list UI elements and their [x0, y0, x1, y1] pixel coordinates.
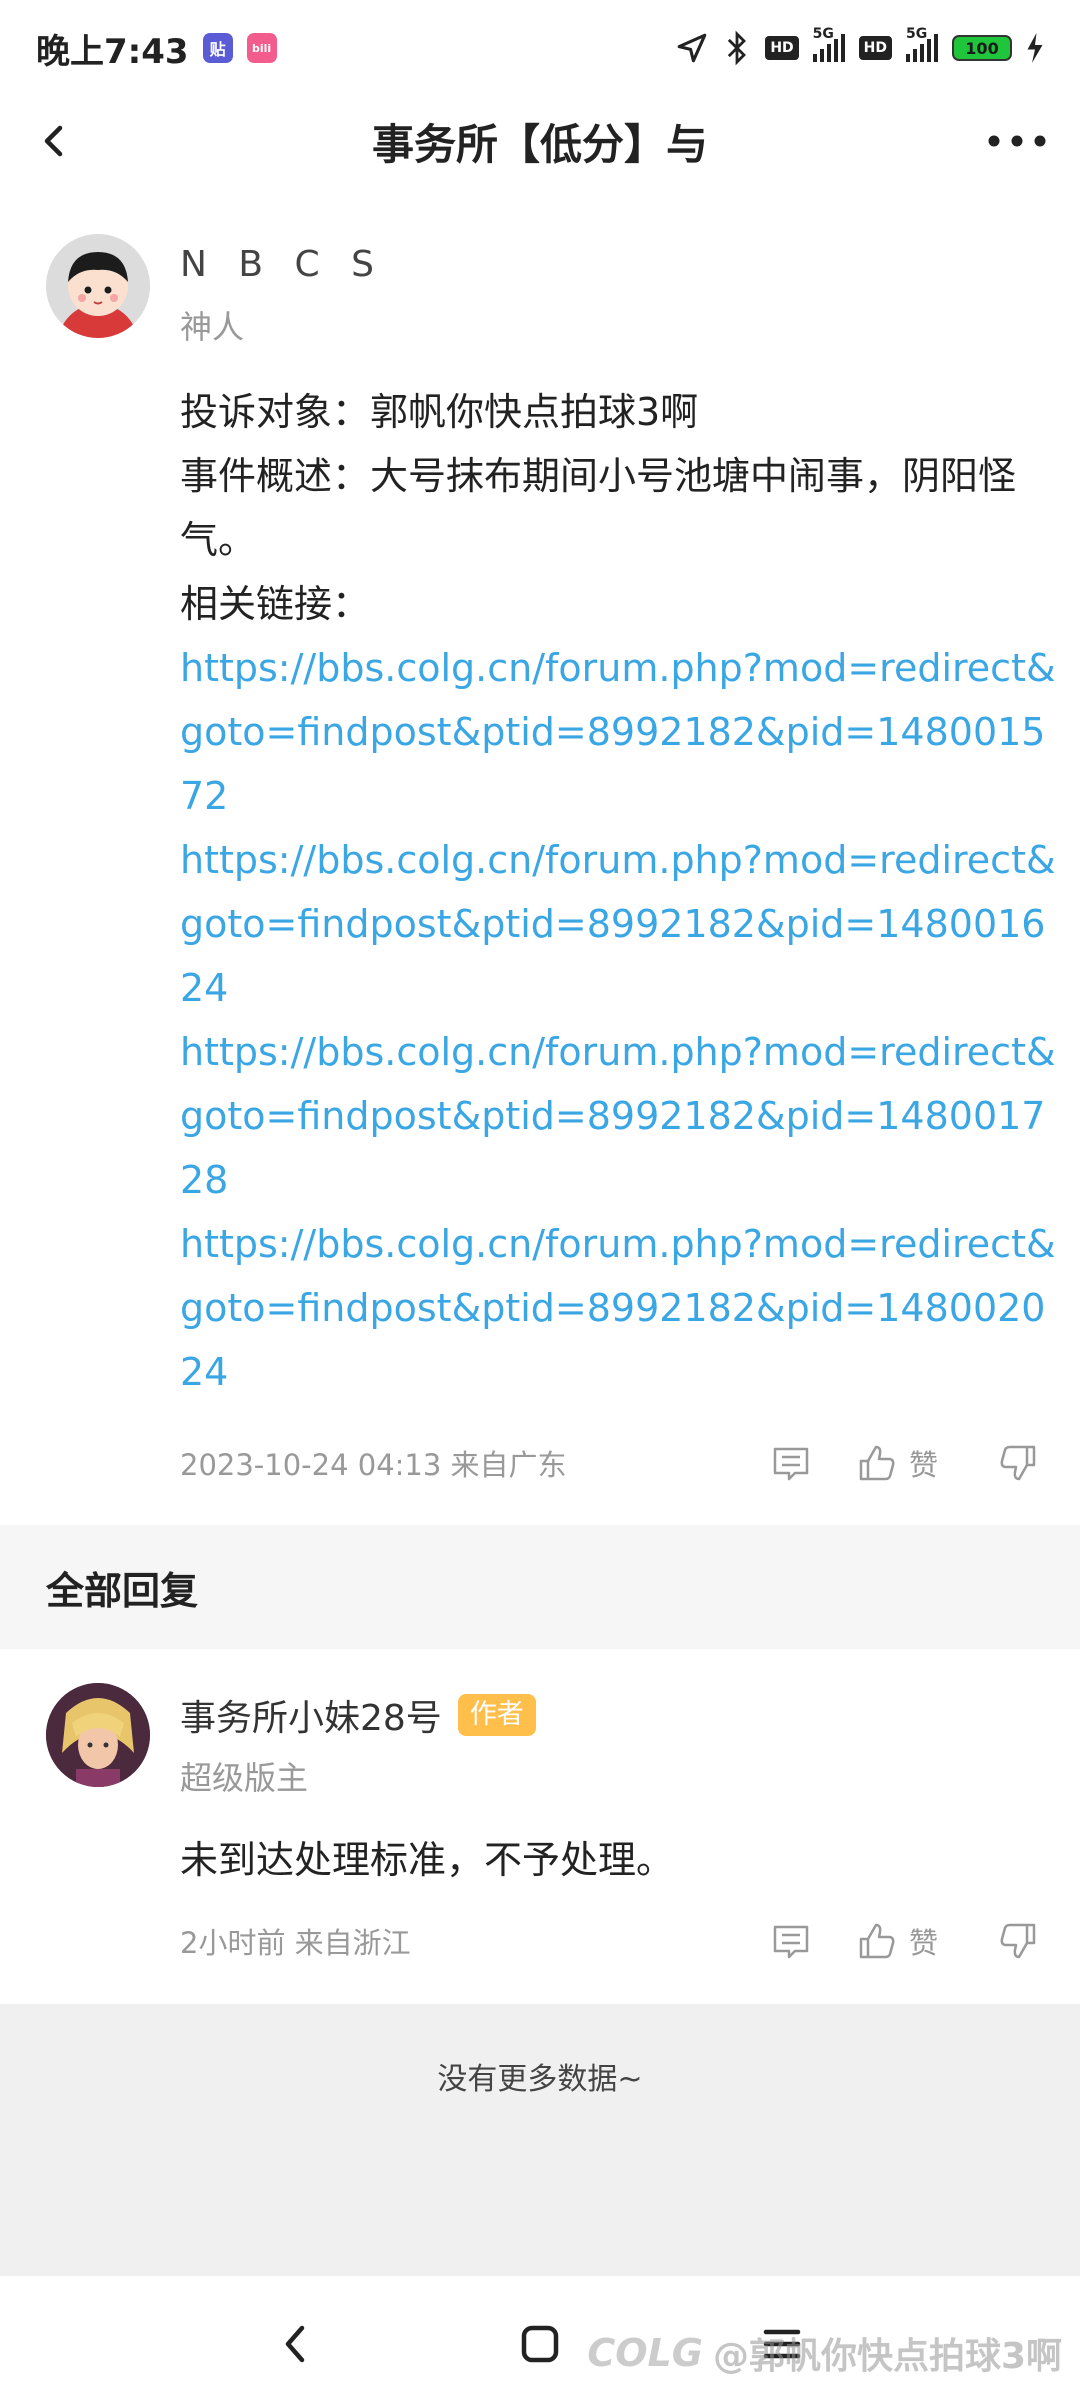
thumbs-down-icon[interactable] — [996, 1441, 1040, 1485]
reply-item: 事务所小妹28号 作者 超级版主 未到达处理标准，不予处理。 2小时前 来自浙江… — [0, 1649, 1080, 2004]
post-link[interactable]: https://bbs.colg.cn/forum.php?mod=redire… — [180, 828, 1060, 1020]
signal-icon-2: 5G — [906, 26, 938, 62]
location-icon — [678, 33, 707, 63]
reply-user-role: 超级版主 — [180, 1759, 309, 1797]
reply-author: 事务所小妹28号 作者 — [180, 1689, 536, 1741]
nav-home-icon[interactable] — [510, 2314, 570, 2374]
post-link[interactable]: https://bbs.colg.cn/forum.php?mod=redire… — [180, 1020, 1060, 1212]
user-title: 神人 — [180, 308, 245, 346]
status-time: 晚上7:43 — [36, 31, 189, 72]
avatar[interactable] — [46, 1683, 150, 1787]
reply-timestamp-location: 2小时前 来自浙江 — [180, 1926, 411, 1960]
avatar[interactable] — [46, 234, 150, 338]
author-badge: 作者 — [457, 1694, 536, 1736]
watermark-logo: COLG — [587, 2331, 703, 2375]
post-timestamp-location: 2023-10-24 04:13 来自广东 — [180, 1448, 567, 1482]
status-left: 晚上7:43 贴 bili — [36, 24, 277, 73]
like-button[interactable]: 赞 — [855, 1441, 938, 1485]
like-label: 赞 — [908, 1926, 938, 1960]
related-links-label: 相关链接： — [180, 582, 371, 626]
cartoon-avatar-icon — [46, 234, 150, 338]
post-link[interactable]: https://bbs.colg.cn/forum.php?mod=redire… — [180, 636, 1060, 828]
post-link[interactable]: https://bbs.colg.cn/forum.php?mod=redire… — [180, 1212, 1060, 1404]
post-content: 投诉对象：郭帆你快点拍球3啊 事件概述：大号抹布期间小号池塘中闹事，阴阳怪气。 … — [180, 380, 1060, 1404]
page-title: 事务所【低分】与 — [371, 119, 708, 169]
event-summary-line: 事件概述：大号抹布期间小号池塘中闹事，阴阳怪气。 — [180, 454, 1017, 562]
complaint-target-line: 投诉对象：郭帆你快点拍球3啊 — [180, 390, 699, 434]
hd-badge-1: HD — [765, 36, 799, 60]
signal-5g-label-1: 5G — [812, 26, 834, 42]
all-replies-header: 全部回复 — [0, 1525, 1080, 1649]
tieba-notification-icon: 贴 — [202, 33, 233, 63]
battery-indicator: 100 — [952, 35, 1012, 61]
status-bar: 晚上7:43 贴 bili HD 5G HD 5G 100 — [0, 0, 1080, 96]
signal-5g-label-2: 5G — [906, 26, 928, 42]
status-right: HD 5G HD 5G 100 — [675, 26, 1044, 66]
reply-meta-row: 2小时前 来自浙江 赞 — [180, 1916, 1040, 1966]
thumbs-up-icon — [859, 1923, 895, 1959]
username[interactable]: N B C S — [180, 244, 384, 285]
comment-icon[interactable] — [769, 1919, 813, 1963]
post-meta-row: 2023-10-24 04:13 来自广东 赞 — [180, 1438, 1040, 1488]
signal-icon-1: 5G — [812, 26, 845, 62]
more-options-icon[interactable] — [982, 116, 1052, 166]
no-more-data-text: 没有更多数据~ — [437, 2062, 643, 2097]
reply-text: 未到达处理标准，不予处理。 — [180, 1838, 675, 1882]
no-more-data-area: 没有更多数据~ — [0, 2004, 1080, 2276]
thumbs-up-icon — [859, 1445, 895, 1481]
comment-icon[interactable] — [769, 1441, 813, 1485]
back-arrow-icon[interactable] — [30, 116, 80, 166]
top-bar: 事务所【低分】与 — [0, 96, 1080, 186]
like-label: 赞 — [908, 1448, 938, 1482]
like-button[interactable]: 赞 — [855, 1919, 938, 1963]
post-actions: 赞 — [769, 1438, 1040, 1488]
reply-username[interactable]: 事务所小妹28号 — [180, 1689, 442, 1741]
bluetooth-icon — [728, 30, 747, 66]
bilibili-notification-icon: bili — [246, 33, 277, 63]
nav-back-icon[interactable] — [266, 2314, 326, 2374]
reply-actions: 赞 — [769, 1916, 1040, 1966]
thumbs-down-icon[interactable] — [996, 1919, 1040, 1963]
watermark-text: @郭帆你快点拍球3啊 — [712, 2336, 1062, 2377]
watermark: COLG @郭帆你快点拍球3啊 — [587, 2327, 1062, 2379]
hd-badge-2: HD — [858, 36, 892, 60]
anime-avatar-icon — [46, 1683, 150, 1787]
charging-icon — [1027, 33, 1043, 63]
